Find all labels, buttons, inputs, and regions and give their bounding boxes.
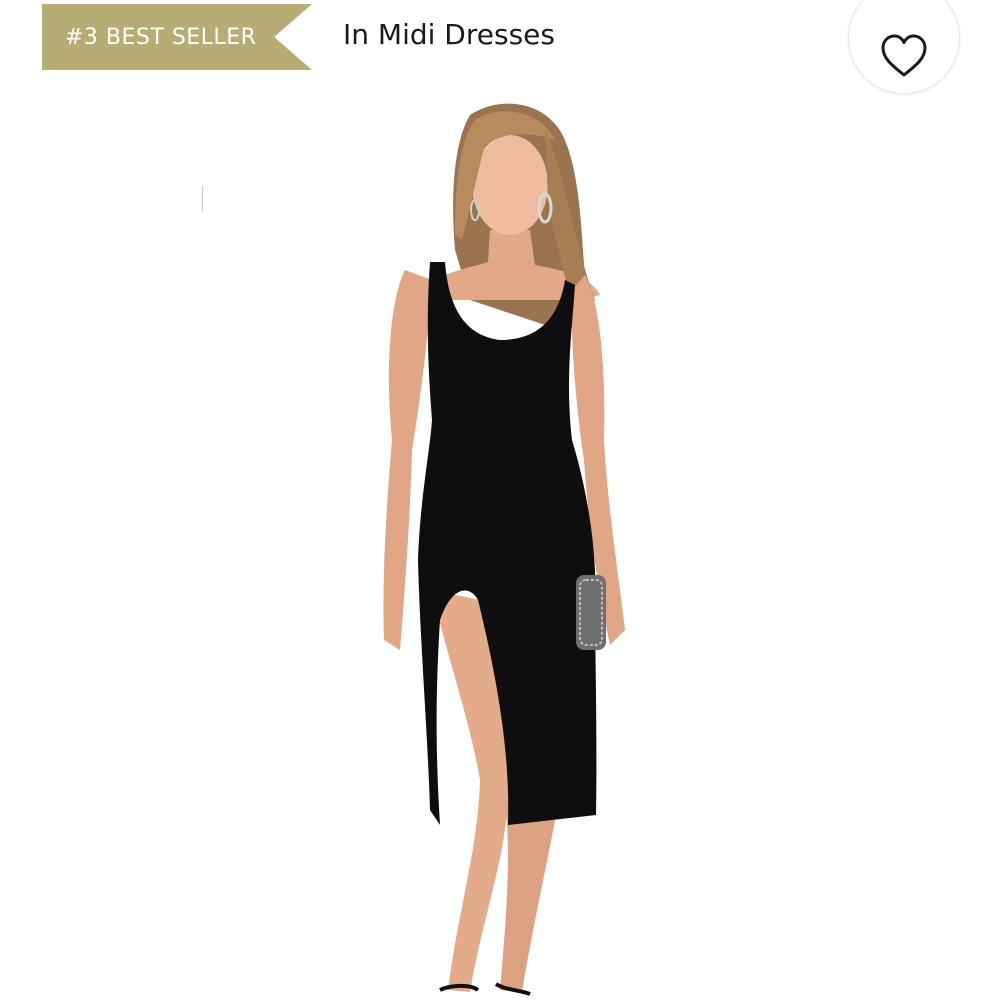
- product-model-photo[interactable]: [0, 95, 1000, 1000]
- favorite-button[interactable]: [848, 0, 960, 94]
- best-seller-label: #3 BEST SELLER: [65, 24, 257, 50]
- category-link[interactable]: In Midi Dresses: [343, 18, 555, 51]
- heart-icon: [881, 34, 927, 77]
- best-seller-badge: #3 BEST SELLER: [42, 4, 312, 70]
